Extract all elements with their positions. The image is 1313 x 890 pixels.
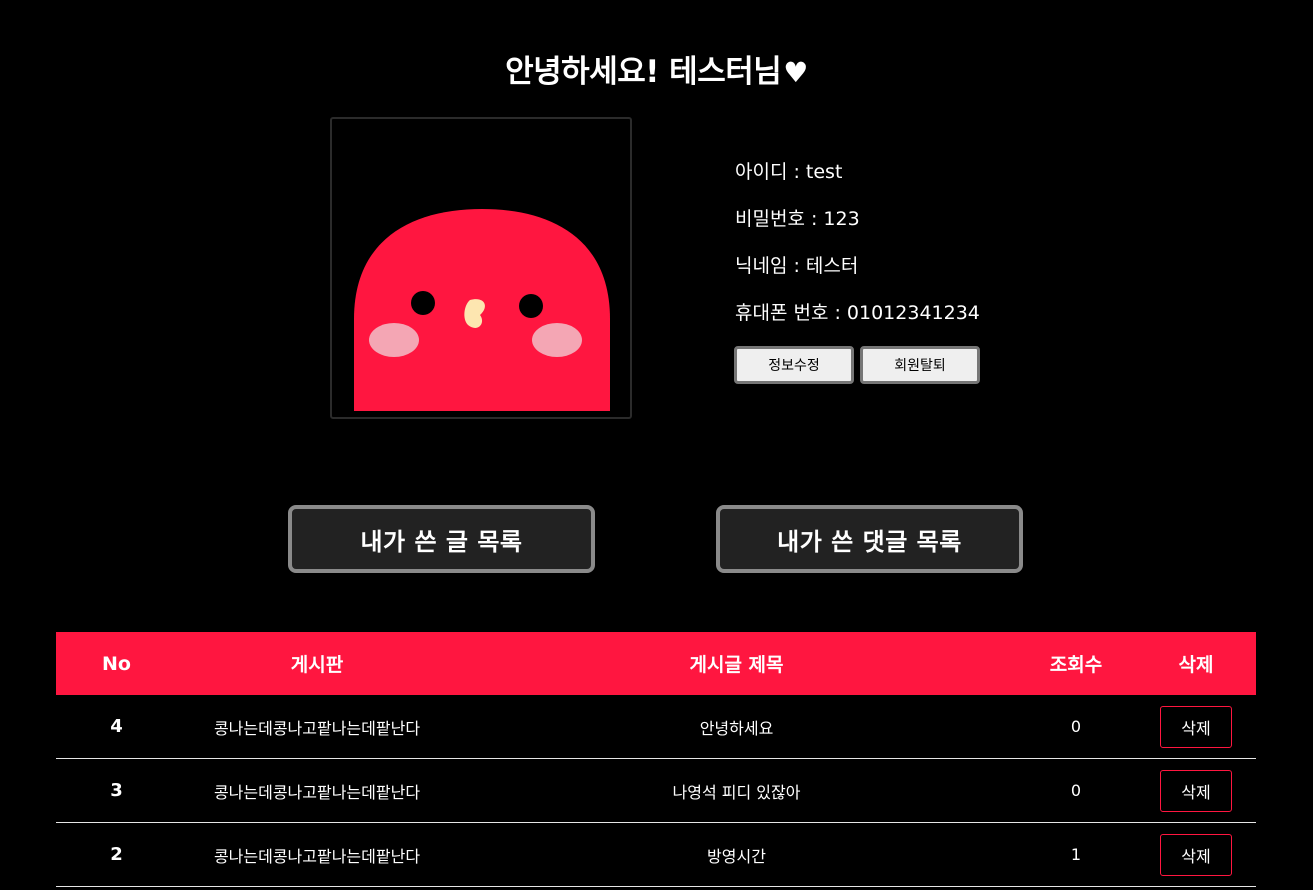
my-comments-button[interactable]: 내가 쓴 댓글 목록 [716, 505, 1023, 573]
delete-button[interactable]: 삭제 [1160, 705, 1232, 748]
profile-phone-label: 휴대폰 번호 : [735, 302, 847, 324]
profile-id-label: 아이디 : [735, 161, 806, 183]
greeting-text: 안녕하세요! 테스터님 [505, 54, 782, 90]
row-views: 1 [1016, 822, 1136, 887]
row-board[interactable]: 콩나는데콩나고팥나는데팥난다 [177, 695, 457, 759]
table-row: 3 콩나는데콩나고팥나는데팥난다 나영석 피디 있잖아 0 삭제 [56, 758, 1256, 823]
row-title[interactable]: 나영석 피디 있잖아 [457, 758, 1016, 823]
my-posts-button[interactable]: 내가 쓴 글 목록 [288, 505, 595, 573]
profile-phone-row: 휴대폰 번호 : 01012341234 [735, 299, 980, 346]
bird-left-cheek [369, 323, 419, 357]
table-header-row: No 게시판 게시글 제목 조회수 삭제 [56, 632, 1256, 695]
row-views: 0 [1016, 695, 1136, 759]
row-board[interactable]: 콩나는데콩나고팥나는데팥난다 [177, 758, 457, 823]
page-title: 안녕하세요! 테스터님♥ [0, 46, 1313, 91]
row-delete-cell: 삭제 [1136, 822, 1256, 887]
row-delete-cell: 삭제 [1136, 758, 1256, 823]
bird-right-cheek [532, 323, 582, 357]
header-delete: 삭제 [1136, 632, 1256, 695]
profile-info: 아이디 : test 비밀번호 : 123 닉네임 : 테스터 휴대폰 번호 :… [735, 158, 980, 346]
bird-right-eye [519, 294, 543, 318]
profile-password-value: 123 [823, 208, 860, 230]
row-no: 2 [56, 822, 177, 887]
header-title: 게시글 제목 [457, 632, 1016, 695]
withdraw-button[interactable]: 회원탈퇴 [860, 346, 980, 384]
row-views: 0 [1016, 758, 1136, 823]
profile-nickname-label: 닉네임 : [735, 255, 806, 277]
profile-id-row: 아이디 : test [735, 158, 980, 205]
red-bird-avatar-icon [354, 209, 610, 411]
table-row: 4 콩나는데콩나고팥나는데팥난다 안녕하세요 0 삭제 [56, 695, 1256, 759]
my-posts-table: No 게시판 게시글 제목 조회수 삭제 4 콩나는데콩나고팥나는데팥난다 안녕… [56, 632, 1256, 887]
profile-nickname-row: 닉네임 : 테스터 [735, 252, 980, 299]
row-title[interactable]: 안녕하세요 [457, 695, 1016, 759]
delete-button[interactable]: 삭제 [1160, 833, 1232, 876]
bird-left-eye [411, 291, 435, 315]
profile-password-label: 비밀번호 : [735, 208, 824, 230]
row-title[interactable]: 방영시간 [457, 822, 1016, 887]
profile-phone-value: 01012341234 [846, 302, 980, 324]
profile-password-row: 비밀번호 : 123 [735, 205, 980, 252]
table-row: 2 콩나는데콩나고팥나는데팥난다 방영시간 1 삭제 [56, 822, 1256, 887]
row-delete-cell: 삭제 [1136, 695, 1256, 759]
profile-id-value: test [805, 161, 843, 183]
header-board: 게시판 [177, 632, 457, 695]
delete-button[interactable]: 삭제 [1160, 769, 1232, 812]
header-views: 조회수 [1016, 632, 1136, 695]
profile-nickname-value: 테스터 [805, 255, 859, 277]
row-no: 4 [56, 695, 177, 759]
edit-profile-button[interactable]: 정보수정 [734, 346, 854, 384]
row-board[interactable]: 콩나는데콩나고팥나는데팥난다 [177, 822, 457, 887]
header-no: No [56, 632, 177, 695]
row-no: 3 [56, 758, 177, 823]
heart-icon: ♥ [783, 56, 808, 89]
profile-avatar [330, 117, 632, 419]
